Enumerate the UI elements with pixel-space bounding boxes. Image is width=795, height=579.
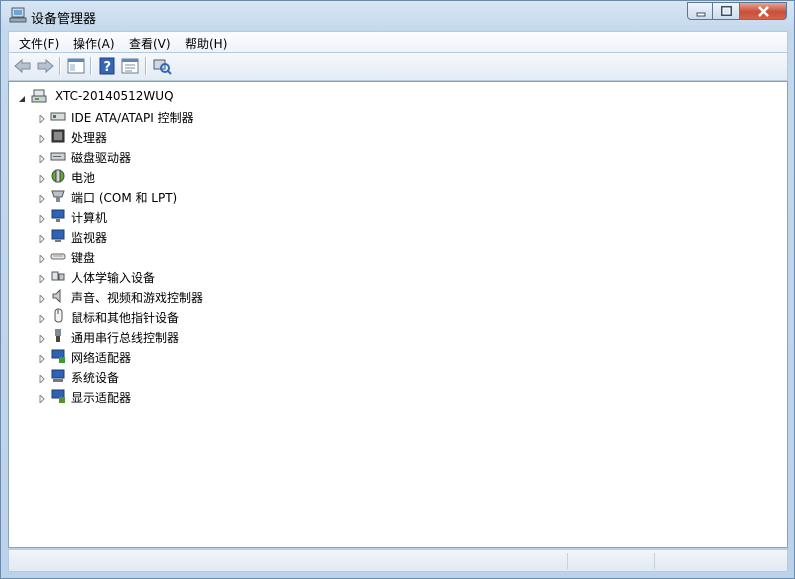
help-icon[interactable]: ? (97, 57, 117, 75)
forward-arrow-icon[interactable] (35, 57, 55, 75)
hid-device-icon (50, 268, 66, 284)
computer-icon (31, 88, 47, 104)
expand-arrow-icon[interactable] (39, 292, 45, 305)
tree-item-label: 通用串行总线控制器 (71, 331, 180, 345)
tree-item-label: 网络适配器 (71, 351, 132, 365)
tree-item-category[interactable]: 显示适配器 (39, 387, 439, 405)
menu-bar: 文件(F) 操作(A) 查看(V) 帮助(H) (8, 31, 788, 53)
ide-controller-icon (50, 108, 66, 124)
device-manager-app-icon (9, 7, 27, 23)
tree-item-label: 端口 (COM 和 LPT) (71, 191, 178, 205)
close-button[interactable] (740, 2, 787, 20)
tree-item-label: 计算机 (71, 211, 108, 225)
expand-arrow-icon[interactable] (39, 252, 45, 265)
maximize-button[interactable] (713, 2, 740, 20)
toolbar: ? (8, 53, 788, 81)
expand-arrow-icon[interactable] (39, 132, 45, 145)
tree-item-label: 电池 (71, 171, 96, 185)
port-icon (50, 188, 66, 204)
device-tree[interactable]: XTC-20140512WUQ IDE ATA/ATAPI 控制器 处理器磁盘驱动… (8, 81, 788, 548)
tree-item-category[interactable]: 鼠标和其他指针设备 (39, 307, 439, 325)
tree-item-category[interactable]: 处理器 (39, 127, 439, 145)
expand-arrow-icon[interactable] (39, 232, 45, 245)
network-adapter-icon (50, 348, 66, 364)
sound-icon (50, 288, 66, 304)
processor-icon (50, 128, 66, 144)
tree-item-category[interactable]: 端口 (COM 和 LPT) (39, 187, 439, 205)
collapse-arrow-icon[interactable] (19, 92, 25, 102)
tree-item-label: 键盘 (71, 251, 96, 265)
expand-arrow-icon[interactable] (39, 172, 45, 185)
system-device-icon (50, 368, 66, 384)
tree-item-category[interactable]: 系统设备 (39, 367, 439, 385)
usb-icon (50, 328, 66, 344)
tree-item-category[interactable]: IDE ATA/ATAPI 控制器 (39, 107, 439, 125)
expand-arrow-icon[interactable] (39, 192, 45, 205)
minimize-button[interactable] (687, 2, 713, 20)
monitor-icon (50, 228, 66, 244)
tree-item-category[interactable]: 网络适配器 (39, 347, 439, 365)
status-bar (8, 549, 788, 572)
properties-icon[interactable] (120, 57, 140, 75)
tree-item-label: 系统设备 (71, 371, 120, 385)
expand-arrow-icon[interactable] (39, 112, 45, 125)
computer-icon (50, 208, 66, 224)
console-tree-icon[interactable] (66, 57, 86, 75)
tree-item-label: IDE ATA/ATAPI 控制器 (71, 111, 194, 125)
scan-hardware-icon[interactable] (152, 57, 172, 75)
tree-item-category[interactable]: 监视器 (39, 227, 439, 245)
menu-action[interactable]: 操作(A) (73, 35, 115, 52)
expand-arrow-icon[interactable] (39, 372, 45, 385)
menu-view[interactable]: 查看(V) (129, 35, 171, 52)
battery-icon (50, 168, 66, 184)
tree-item-label: 处理器 (71, 131, 108, 145)
expand-arrow-icon[interactable] (39, 312, 45, 325)
title-bar[interactable]: 设备管理器 (1, 1, 794, 31)
tree-root-computer[interactable]: XTC-20140512WUQ (19, 87, 319, 105)
menu-file[interactable]: 文件(F) (19, 35, 59, 52)
tree-item-label: 显示适配器 (71, 391, 132, 405)
window-title: 设备管理器 (31, 12, 97, 27)
menu-help[interactable]: 帮助(H) (185, 35, 227, 52)
tree-item-label: 声音、视频和游戏控制器 (71, 291, 204, 305)
device-manager-window: 设备管理器 文件(F) 操作(A) 查看(V) 帮助(H) ? XTC-2014… (0, 0, 795, 579)
expand-arrow-icon[interactable] (39, 352, 45, 365)
tree-item-label: 磁盘驱动器 (71, 151, 132, 165)
expand-arrow-icon[interactable] (39, 332, 45, 345)
tree-item-label: 鼠标和其他指针设备 (71, 311, 180, 325)
tree-root-label: XTC-20140512WUQ (55, 89, 174, 103)
tree-item-label: 人体学输入设备 (71, 271, 156, 285)
expand-arrow-icon[interactable] (39, 212, 45, 225)
tree-item-category[interactable]: 声音、视频和游戏控制器 (39, 287, 439, 305)
tree-item-category[interactable]: 磁盘驱动器 (39, 147, 439, 165)
keyboard-icon (50, 248, 66, 264)
tree-item-label: 监视器 (71, 231, 108, 245)
tree-item-category[interactable]: 键盘 (39, 247, 439, 265)
tree-item-category[interactable]: 通用串行总线控制器 (39, 327, 439, 345)
back-arrow-icon[interactable] (13, 57, 33, 75)
svg-text:?: ? (104, 60, 112, 75)
tree-item-category[interactable]: 人体学输入设备 (39, 267, 439, 285)
expand-arrow-icon[interactable] (39, 152, 45, 165)
tree-item-category[interactable]: 电池 (39, 167, 439, 185)
disk-drive-icon (50, 148, 66, 164)
expand-arrow-icon[interactable] (39, 272, 45, 285)
tree-item-category[interactable]: 计算机 (39, 207, 439, 225)
mouse-icon (50, 308, 66, 324)
expand-arrow-icon[interactable] (39, 392, 45, 405)
display-adapter-icon (50, 388, 66, 404)
